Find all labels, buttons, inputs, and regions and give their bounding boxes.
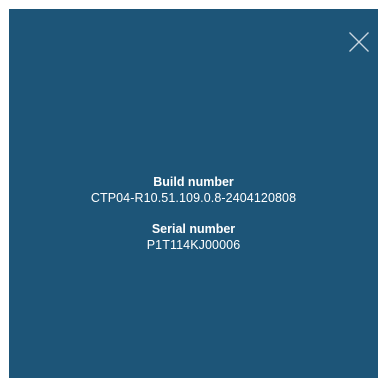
build-number-group: Build number CTP04-R10.51.109.0.8-240412… (9, 175, 378, 206)
build-number-value: CTP04-R10.51.109.0.8-2404120808 (90, 191, 297, 205)
close-button[interactable] (348, 31, 370, 53)
screen: Build number CTP04-R10.51.109.0.8-240412… (0, 0, 387, 387)
about-dialog: Build number CTP04-R10.51.109.0.8-240412… (9, 9, 378, 378)
serial-number-value: P1T114KJ00006 (146, 238, 241, 252)
serial-number-group: Serial number P1T114KJ00006 (9, 222, 378, 253)
build-number-label: Build number (153, 175, 234, 189)
close-icon (349, 32, 369, 52)
serial-number-label: Serial number (151, 222, 236, 236)
device-info: Build number CTP04-R10.51.109.0.8-240412… (9, 175, 378, 253)
